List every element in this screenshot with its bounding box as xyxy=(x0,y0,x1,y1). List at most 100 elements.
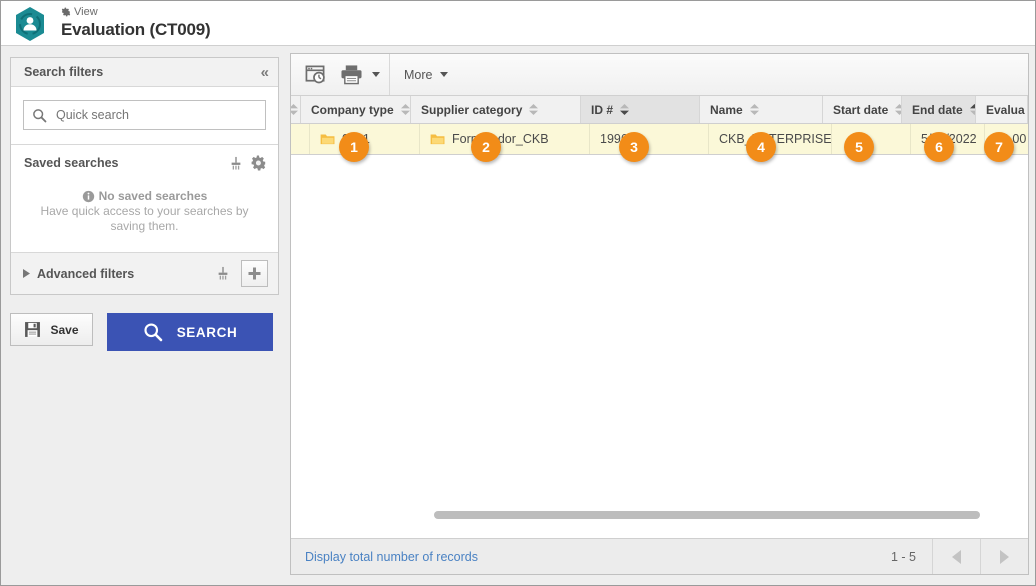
folder-icon xyxy=(320,133,335,144)
horizontal-scrollbar[interactable] xyxy=(291,508,1028,522)
caret-down-icon xyxy=(440,72,449,77)
annotation-badge-3: 3 xyxy=(619,132,649,162)
column-header-label: Supplier category xyxy=(421,102,523,117)
table-cell: Fornecedor_CKB xyxy=(420,124,590,154)
column-header-label: Company type xyxy=(311,102,394,117)
column-header-label: Evalua xyxy=(986,102,1025,117)
sort-indicator-icon xyxy=(749,104,759,115)
previous-page-button[interactable] xyxy=(932,539,980,574)
add-advanced-filter-button[interactable] xyxy=(241,260,268,287)
page-header: View Evaluation (CT009) xyxy=(1,1,1035,46)
column-header-label: ID # xyxy=(591,102,614,117)
search-input-wrapper[interactable] xyxy=(23,100,266,130)
column-header-label: End date xyxy=(912,102,963,117)
triangle-left-icon xyxy=(952,549,961,564)
folder-icon xyxy=(430,133,445,144)
results-panel: More Company type Supplier category ID # Na… xyxy=(290,53,1029,575)
display-total-records-link[interactable]: Display total number of records xyxy=(291,550,891,564)
no-saved-searches-title: No saved searches xyxy=(98,189,208,203)
info-icon xyxy=(82,190,94,202)
clear-filter-icon[interactable] xyxy=(216,266,230,281)
plus-icon xyxy=(248,267,261,280)
next-page-button[interactable] xyxy=(980,539,1028,574)
header-text-block: View Evaluation (CT009) xyxy=(61,5,211,40)
column-header-supplier-category[interactable]: Supplier category xyxy=(411,96,581,123)
table-cell xyxy=(291,124,310,154)
annotation-badge-2: 2 xyxy=(471,132,501,162)
sort-indicator-icon xyxy=(620,104,630,115)
sort-indicator-icon xyxy=(529,104,539,115)
column-header-name[interactable]: Name xyxy=(700,96,823,123)
gear-icon xyxy=(61,7,71,17)
results-toolbar: More xyxy=(291,54,1028,96)
column-header-id[interactable]: ID # xyxy=(581,96,700,123)
annotation-badge-6: 6 xyxy=(924,132,954,162)
clear-filter-icon[interactable] xyxy=(229,156,243,171)
chevron-double-left-icon[interactable]: « xyxy=(261,65,269,80)
column-header-company-type[interactable]: Company type xyxy=(301,96,411,123)
search-filters-panel: Search filters « Saved searches xyxy=(10,57,279,295)
sort-indicator-icon xyxy=(400,104,410,115)
window-history-icon xyxy=(305,65,325,84)
horizontal-scrollbar-thumb[interactable] xyxy=(434,511,980,519)
avatar xyxy=(11,5,49,43)
results-table-body: 0001Fornecedor_CKB1996CKB_ENTERPRISE5/17… xyxy=(291,124,1028,522)
caret-down-icon[interactable] xyxy=(372,72,380,77)
more-button-label: More xyxy=(404,67,433,82)
page-title: Evaluation (CT009) xyxy=(61,20,211,39)
record-range-label: 1 - 5 xyxy=(890,549,916,564)
toolbar-group-primary xyxy=(291,54,390,95)
history-button[interactable] xyxy=(300,60,331,90)
print-button[interactable] xyxy=(335,60,368,90)
table-cell: 1996 xyxy=(590,124,709,154)
advanced-filters-row[interactable]: Advanced filters xyxy=(11,252,278,294)
search-input[interactable] xyxy=(54,107,257,123)
search-filters-title: Search filters xyxy=(24,65,104,79)
advanced-filters-toggle[interactable]: Advanced filters xyxy=(23,267,134,281)
application-window: View Evaluation (CT009) Search filters « xyxy=(0,0,1036,586)
search-icon xyxy=(144,323,162,342)
save-button[interactable]: Save xyxy=(10,313,93,346)
results-rows: 0001Fornecedor_CKB1996CKB_ENTERPRISE5/17… xyxy=(291,124,1028,155)
saved-searches-title: Saved searches xyxy=(24,156,119,170)
column-header-partial-0[interactable] xyxy=(291,96,301,123)
search-filters-header: Search filters « xyxy=(11,58,278,87)
annotation-badge-5: 5 xyxy=(844,132,874,162)
saved-searches-zone: Saved searches No saved searches Have qu… xyxy=(11,145,278,252)
floppy-disk-icon xyxy=(25,322,41,337)
printer-icon xyxy=(341,65,362,85)
column-header-end-date[interactable]: End date xyxy=(902,96,976,123)
annotation-badge-4: 4 xyxy=(746,132,776,162)
table-row[interactable]: 0001Fornecedor_CKB1996CKB_ENTERPRISE5/17… xyxy=(291,124,1028,155)
more-button[interactable]: More xyxy=(390,54,462,95)
quick-search-zone xyxy=(11,87,278,145)
saved-searches-header: Saved searches xyxy=(11,145,278,175)
column-header-label: Name xyxy=(710,102,743,117)
search-button[interactable]: SEARCH xyxy=(107,313,273,351)
column-header-start-date[interactable]: Start date xyxy=(823,96,902,123)
search-icon xyxy=(33,108,47,122)
sort-indicator-icon xyxy=(895,104,901,115)
gear-icon[interactable] xyxy=(251,155,267,171)
results-footer: Display total number of records 1 - 5 xyxy=(291,538,1028,574)
column-header-label: Start date xyxy=(833,102,889,117)
view-label: View xyxy=(74,6,98,18)
column-header-evalua[interactable]: Evalua xyxy=(976,96,1028,123)
saved-searches-header-icons xyxy=(229,155,267,171)
search-button-label: SEARCH xyxy=(176,324,238,340)
no-saved-searches-row: No saved searches xyxy=(11,189,278,203)
results-table-header: Company type Supplier category ID # Name Sta… xyxy=(291,96,1028,124)
triangle-right-icon xyxy=(1000,549,1009,564)
search-filters-sidebar: Search filters « Saved searches xyxy=(10,57,279,577)
view-mode-line: View xyxy=(61,5,210,19)
annotation-badge-1: 1 xyxy=(339,132,369,162)
user-hexagon-icon xyxy=(16,7,44,41)
sort-indicator-icon xyxy=(291,104,298,115)
no-saved-searches-subtitle: Have quick access to your searches by sa… xyxy=(40,204,249,233)
advanced-filters-label: Advanced filters xyxy=(37,266,135,281)
annotation-badge-7: 7 xyxy=(984,132,1014,162)
triangle-right-icon xyxy=(23,269,30,278)
sidebar-action-row: Save SEARCH xyxy=(10,313,279,351)
save-button-label: Save xyxy=(50,322,79,337)
advanced-filters-actions xyxy=(216,260,268,287)
